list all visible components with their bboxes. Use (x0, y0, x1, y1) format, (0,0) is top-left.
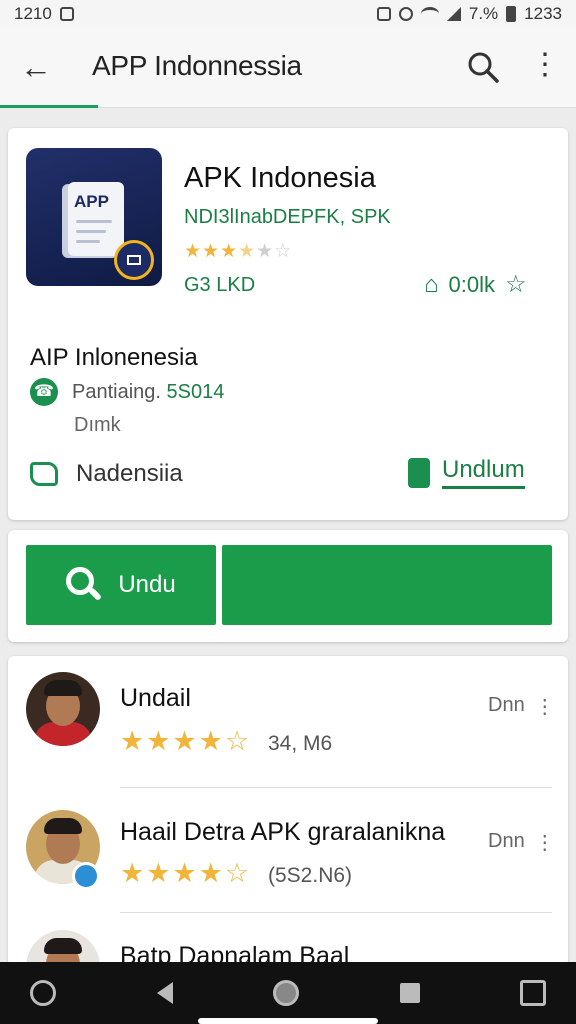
status-time: 1210 (14, 4, 52, 23)
notification-icon (59, 7, 74, 21)
home-outline-icon: ⌂ (424, 270, 439, 298)
app-developer[interactable]: NDI3lInabDEPFK, SPK (184, 206, 391, 229)
review-stars: ★★★★☆ (120, 726, 252, 756)
download-link[interactable]: Undlum (408, 456, 525, 489)
location-row: Nadensiia (30, 460, 183, 488)
download-icon (408, 457, 430, 488)
app-bar: ← APP Indonnessia ⋮ (0, 28, 576, 108)
star-outline-icon[interactable]: ☆ (505, 270, 527, 299)
review-meta: 34, M6 (268, 732, 333, 755)
doc-line (76, 220, 112, 223)
divider (120, 787, 552, 788)
home-indicator (198, 1018, 378, 1024)
contact-sub: Dımk (74, 414, 121, 436)
wishlist-count: 0:0lk (448, 271, 495, 297)
status-bar: 1210 7.% 1233 (0, 0, 576, 28)
battery-icon (506, 6, 517, 22)
more-vert-icon[interactable]: ⋮ (530, 50, 560, 84)
nfc-icon (376, 7, 391, 21)
seal-badge-icon (114, 240, 154, 280)
battery-percent: 7.% (468, 4, 499, 23)
open-button[interactable] (222, 545, 552, 625)
screenshot-icon[interactable] (520, 980, 546, 1006)
details-title: AIP Inlonenesia (30, 344, 198, 371)
review-author: Haail Detra APK graralanikna (120, 818, 446, 846)
nav-back-icon[interactable] (156, 982, 173, 1004)
review-stars: ★★★★☆ (120, 858, 252, 888)
reviews-card: Undail ★★★★☆ 34, M6 Dnn ⋮ Haail Detra AP… (8, 656, 568, 1004)
doc-line (76, 230, 106, 233)
alarm-icon (398, 7, 413, 21)
power-icon[interactable] (30, 980, 56, 1006)
more-vert-icon[interactable]: ⋮ (535, 830, 555, 855)
review-meta: (5S2.N6) (268, 864, 353, 887)
location-icon (30, 462, 58, 486)
review-action-label[interactable]: Dnn (488, 694, 525, 719)
signal-icon (446, 7, 461, 21)
app-size: G3 LKD (184, 274, 256, 296)
more-vert-icon[interactable]: ⋮ (535, 694, 555, 719)
contact-row[interactable]: ☎ Pantiaing. 5S014 (30, 378, 224, 406)
back-arrow-icon[interactable]: ← (20, 50, 54, 84)
location-text: Nadensiia (76, 460, 183, 487)
page-title: APP Indonnessia (92, 50, 302, 81)
install-button-label: Undu (118, 571, 176, 598)
review-action-label[interactable]: Dnn (488, 830, 525, 855)
app-name: APK Indonesia (184, 162, 376, 194)
contact-label: Pantiaing. (72, 380, 161, 403)
system-nav-bar (0, 962, 576, 1024)
search-icon[interactable] (466, 50, 500, 84)
verified-badge-icon (72, 862, 100, 890)
app-icon[interactable]: APP (26, 148, 162, 286)
search-icon (66, 567, 103, 603)
review-author: Undail (120, 684, 191, 712)
avatar (26, 672, 100, 746)
app-icon-label: APP (74, 192, 109, 211)
nav-recents-icon[interactable] (399, 983, 420, 1003)
status-clock: 1233 (524, 4, 562, 23)
phone-icon: ☎ (30, 378, 58, 406)
app-info-card: APP APK Indonesia NDI3lInabDEPFK, SPK ★★… (8, 128, 568, 520)
divider (120, 912, 552, 913)
review-actions[interactable]: Dnn ⋮ (488, 694, 555, 719)
rating-stars: ★★★★★☆ (184, 241, 293, 262)
contact-number: 5S014 (166, 380, 225, 403)
wifi-icon (420, 7, 439, 21)
review-actions[interactable]: Dnn ⋮ (488, 830, 555, 855)
nav-home-icon[interactable] (273, 980, 299, 1006)
action-card: Undu (8, 530, 568, 642)
tab-indicator (0, 105, 98, 108)
download-link-label: Undlum (442, 456, 525, 489)
doc-line (76, 240, 100, 243)
wishlist-row[interactable]: ⌂ 0:0lk ☆ (424, 270, 527, 299)
install-button[interactable]: Undu (26, 545, 216, 625)
